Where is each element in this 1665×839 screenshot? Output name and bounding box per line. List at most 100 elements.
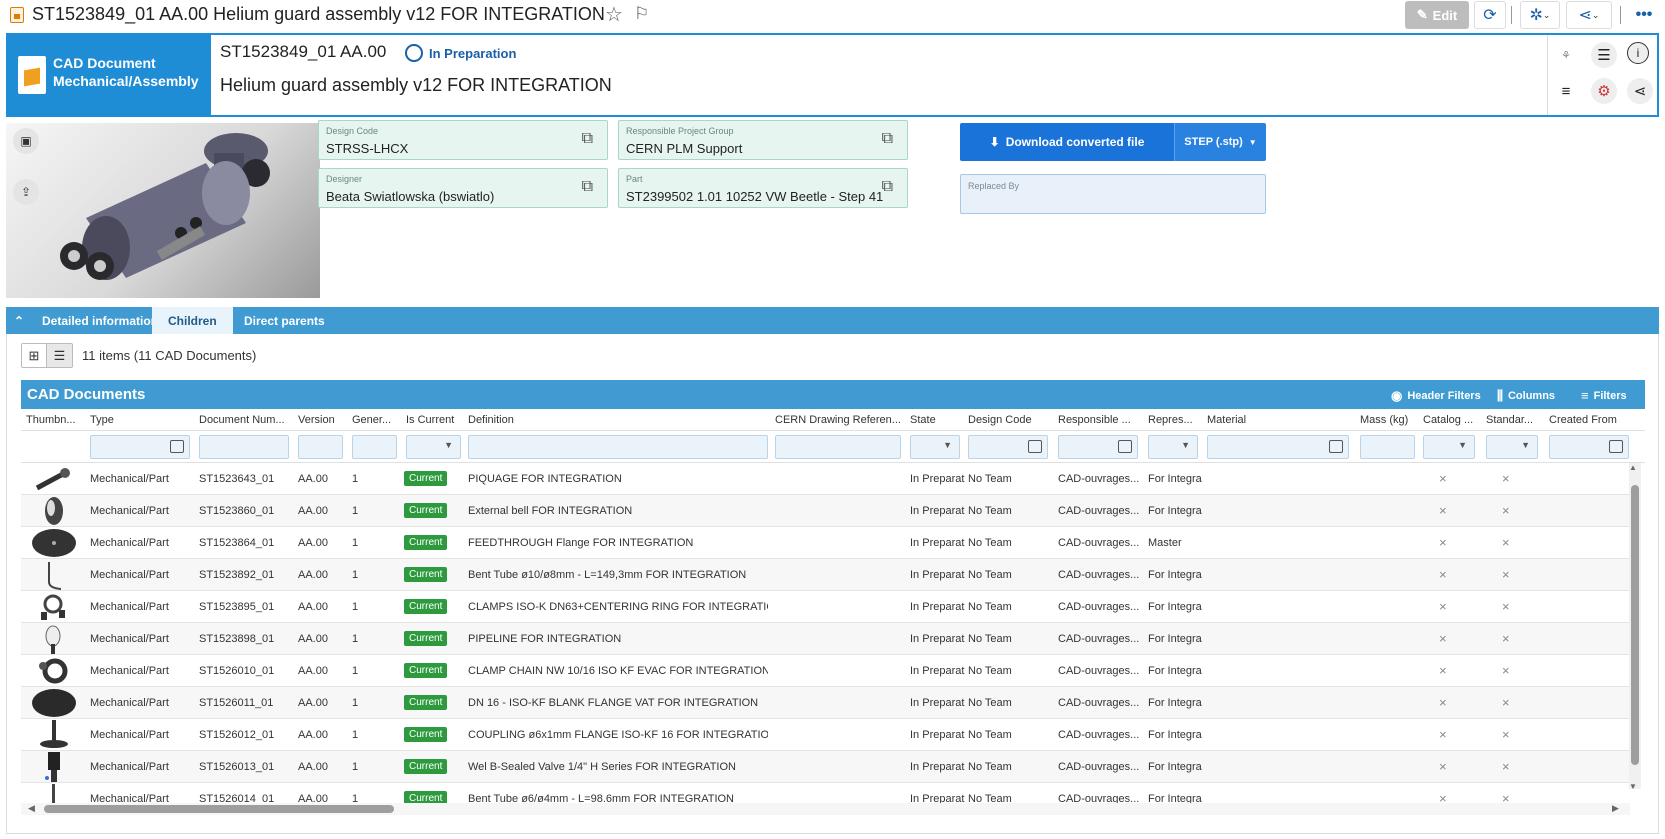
header-filters-button[interactable]: ◉ Header Filters <box>1391 388 1481 404</box>
picker-icon <box>170 440 184 453</box>
column-header[interactable]: Type <box>90 414 190 426</box>
column-header[interactable]: Is Current <box>406 414 466 426</box>
table-row[interactable]: Mechanical/Part ST1526011_01 AA.00 1 Cur… <box>21 687 1630 719</box>
current-badge: Current <box>404 663 448 678</box>
close-icon: × <box>1439 471 1447 486</box>
chevron-down-icon: ▼ <box>1458 440 1467 450</box>
state-filter[interactable]: ▼ <box>910 435 960 459</box>
external-link-icon[interactable]: ⧉ <box>582 130 593 148</box>
tab-detailed-information[interactable]: Detailed information <box>34 307 166 334</box>
compare-icon[interactable]: ⚙ <box>1591 78 1617 104</box>
generation-filter[interactable] <box>352 435 397 459</box>
table-row[interactable]: Mechanical/Part ST1523895_01 AA.00 1 Cur… <box>21 591 1630 623</box>
column-header[interactable]: Mass (kg) <box>1360 414 1415 426</box>
responsible-filter[interactable] <box>1058 435 1138 459</box>
table-row[interactable]: Mechanical/Part ST1526014_01 AA.00 1 Cur… <box>21 783 1630 803</box>
picker-icon <box>1028 440 1042 453</box>
table-row[interactable]: Mechanical/Part ST1526012_01 AA.00 1 Cur… <box>21 719 1630 751</box>
column-header[interactable]: Repres... <box>1148 414 1200 426</box>
status-label[interactable]: In Preparation <box>429 46 516 61</box>
format-select[interactable]: STEP (.stp) ▼ <box>1174 123 1266 161</box>
column-header[interactable]: Document Num... <box>199 414 289 426</box>
close-icon: × <box>1439 663 1447 678</box>
share-menu-button[interactable]: ⋖ ⌄ <box>1566 1 1612 29</box>
close-icon: × <box>1502 471 1510 486</box>
column-header[interactable]: Standar... <box>1486 414 1538 426</box>
open-viewer-button[interactable]: ⇪ <box>13 179 39 205</box>
close-icon: × <box>1439 535 1447 550</box>
structure-menu-button[interactable]: ✲ ⌄ <box>1520 1 1560 29</box>
filters-button[interactable]: ≡ Filters <box>1581 388 1627 403</box>
edit-button[interactable]: ✎ Edit <box>1405 1 1469 29</box>
table-row[interactable]: Mechanical/Part ST1523898_01 AA.00 1 Cur… <box>21 623 1630 655</box>
star-icon[interactable]: ☆ <box>605 2 623 27</box>
table-row[interactable]: Mechanical/Part ST1523892_01 AA.00 1 Cur… <box>21 559 1630 591</box>
catalog-filter[interactable]: ▼ <box>1423 435 1475 459</box>
refresh-button[interactable]: ⟳ <box>1474 1 1506 29</box>
table-row[interactable]: Mechanical/Part ST1523864_01 AA.00 1 Cur… <box>21 527 1630 559</box>
type-filter[interactable] <box>90 435 190 459</box>
column-header[interactable]: Version <box>298 414 346 426</box>
document-title: Helium guard assembly v12 FOR INTEGRATIO… <box>220 75 612 95</box>
representation-filter[interactable]: ▼ <box>1148 435 1198 459</box>
scroll-left-icon[interactable]: ◀ <box>28 803 35 814</box>
chevron-down-icon: ▼ <box>943 440 952 450</box>
add-to-list-icon[interactable]: ≡ <box>1553 78 1579 104</box>
collapse-icon[interactable]: ⌃ <box>14 307 24 334</box>
column-header[interactable]: Thumbn... <box>26 414 84 426</box>
column-header[interactable]: Responsible ... <box>1058 414 1138 426</box>
flag-icon[interactable]: ⚐ <box>634 4 649 24</box>
design-code-filter[interactable] <box>968 435 1048 459</box>
tab-children[interactable]: Children <box>152 307 233 334</box>
table-row[interactable]: Mechanical/Part ST1526010_01 AA.00 1 Cur… <box>21 655 1630 687</box>
column-header[interactable]: Catalog ... <box>1423 414 1475 426</box>
share-icon[interactable]: ⋖ <box>1627 78 1653 104</box>
list-view-icon[interactable]: ☰ <box>47 344 72 367</box>
column-header[interactable]: Gener... <box>352 414 400 426</box>
current-badge: Current <box>404 727 448 742</box>
toolbar-divider <box>1511 6 1512 24</box>
table-row[interactable]: Mechanical/Part ST1526013_01 AA.00 1 Cur… <box>21 751 1630 783</box>
column-header[interactable]: Material <box>1207 414 1347 426</box>
column-header[interactable]: CERN Drawing Referen... <box>775 414 901 426</box>
table-row[interactable]: Mechanical/Part ST1523860_01 AA.00 1 Cur… <box>21 495 1630 527</box>
column-header[interactable]: State <box>910 414 965 426</box>
column-header[interactable]: Design Code <box>968 414 1053 426</box>
columns-button[interactable]: ⫼ Columns <box>1497 388 1555 404</box>
picker-icon <box>1118 440 1132 453</box>
scroll-right-icon[interactable]: ▶ <box>1612 803 1619 814</box>
grid-view-icon[interactable]: ⊞ <box>22 344 48 367</box>
version-filter[interactable] <box>298 435 343 459</box>
column-header[interactable]: Created From <box>1549 414 1639 426</box>
created-from-filter[interactable] <box>1549 435 1629 459</box>
external-link-icon[interactable]: ⧉ <box>582 178 593 196</box>
catia-icon[interactable]: ⚘ <box>1553 42 1579 68</box>
document-number: ST1523849_01 AA.00 <box>220 42 387 61</box>
tree-view-icon[interactable]: ☰ <box>1591 42 1617 68</box>
vertical-scroll-thumb[interactable] <box>1631 485 1639 765</box>
column-header[interactable]: Definition <box>468 414 768 426</box>
grid-title: CAD Documents <box>27 386 146 403</box>
material-filter[interactable] <box>1207 435 1349 459</box>
drawing-ref-filter[interactable] <box>775 435 901 459</box>
scroll-down-icon[interactable]: ▼ <box>1629 782 1637 791</box>
more-options-button[interactable]: ••• <box>1628 1 1660 29</box>
mass-filter[interactable] <box>1360 435 1415 459</box>
is-current-filter[interactable]: ▼ <box>406 435 461 459</box>
refresh-icon: ⟳ <box>1483 7 1497 24</box>
scroll-up-icon[interactable]: ▲ <box>1629 463 1637 472</box>
external-link-icon[interactable]: ⧉ <box>882 130 893 148</box>
horizontal-scroll-thumb[interactable] <box>44 805 394 813</box>
download-converted-button[interactable]: ⬇ Download converted file <box>960 123 1174 161</box>
external-link-icon[interactable]: ⧉ <box>882 178 893 196</box>
current-badge: Current <box>404 599 448 614</box>
cad-document-icon <box>18 56 46 94</box>
docnum-filter[interactable] <box>199 435 289 459</box>
tab-direct-parents[interactable]: Direct parents <box>236 307 333 334</box>
camera-button[interactable]: ▣ <box>13 128 39 154</box>
info-icon[interactable]: i <box>1627 42 1649 64</box>
close-icon: × <box>1502 567 1510 582</box>
table-row[interactable]: Mechanical/Part ST1523643_01 AA.00 1 Cur… <box>21 463 1630 495</box>
definition-filter[interactable] <box>468 435 768 459</box>
standard-filter[interactable]: ▼ <box>1486 435 1538 459</box>
